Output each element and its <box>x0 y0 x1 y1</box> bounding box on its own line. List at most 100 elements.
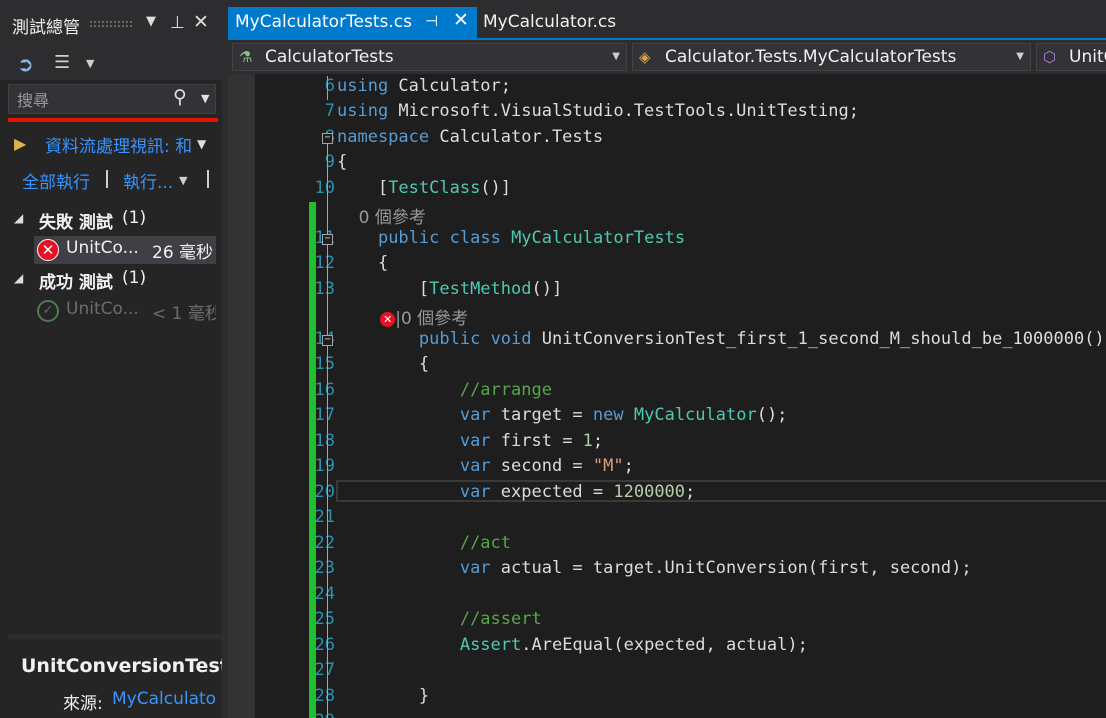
line-number: 9 <box>324 152 335 172</box>
playlist-selector[interactable]: ▶ 資料流處理視訊: 和 ▼ <box>14 132 222 158</box>
tab-mycalculator[interactable]: MyCalculator.cs <box>483 12 616 32</box>
codelens-references[interactable]: ✕ |0 個參考 <box>337 304 468 329</box>
code-line: { <box>337 253 389 273</box>
group-by-icon[interactable]: ☰ <box>54 52 70 73</box>
line-number: 21 <box>314 507 335 527</box>
run-link[interactable]: 執行... <box>123 168 173 193</box>
close-tab-icon[interactable]: ✕ <box>453 9 469 31</box>
failed-tests-group[interactable]: ◢ 失敗 測試 (1) <box>14 208 222 234</box>
test-detail-name: UnitConversionTest <box>21 655 222 677</box>
line-number: 29 <box>255 711 335 718</box>
code-line: using Calculator; <box>337 76 512 96</box>
collapse-icon[interactable]: − <box>322 335 333 346</box>
test-name: UnitCo... <box>66 238 139 258</box>
code-line: var first = 1; <box>459 431 604 451</box>
line-number: 18 <box>314 431 335 451</box>
line-number: 10 <box>314 178 335 198</box>
indicator-margin <box>228 74 255 718</box>
separator <box>207 170 209 188</box>
failure-status-bar <box>8 118 218 122</box>
playlist-label: 資料流處理視訊: 和 <box>45 137 193 157</box>
collapse-triangle-icon[interactable]: ◢ <box>14 271 23 285</box>
collapse-triangle-icon[interactable]: ◢ <box>14 211 23 225</box>
window-menu-dropdown-icon[interactable]: ▼ <box>146 14 156 29</box>
collapse-icon[interactable]: − <box>322 133 333 144</box>
test-project-icon: ⚗ <box>239 48 253 66</box>
line-number: 24 <box>314 584 335 604</box>
pin-icon[interactable]: ⊥ <box>170 13 185 33</box>
source-label: 來源: <box>63 694 103 714</box>
separator <box>106 170 108 188</box>
codelens-text: |0 個參考 <box>395 309 469 329</box>
tab-mycalculatortests[interactable]: MyCalculatorTests.cs ⊣ ✕ <box>228 7 477 38</box>
code-line: public void UnitConversionTest_first_1_s… <box>418 329 1105 349</box>
code-line: //act <box>459 533 512 553</box>
method-icon: ⬡ <box>1043 48 1057 66</box>
test-row-failed[interactable]: ✕ UnitCo... 26 毫秒 <box>34 236 216 264</box>
line-number: 19 <box>314 456 335 476</box>
line-number: 23 <box>314 558 335 578</box>
chevron-down-icon: ▼ <box>1016 51 1024 62</box>
test-detail-pane: UnitConversionTest 來源: MyCalculato <box>8 639 222 718</box>
type-label: Calculator.Tests.MyCalculatorTests <box>665 47 957 67</box>
group-by-dropdown-icon[interactable]: ▼ <box>86 57 94 70</box>
code-line: var second = "M"; <box>459 456 634 476</box>
outline-line <box>327 76 328 100</box>
line-number: 13 <box>314 279 335 299</box>
code-line: //assert <box>459 609 542 629</box>
search-icon[interactable]: ⚲ <box>173 86 187 108</box>
line-number: 25 <box>314 609 335 629</box>
test-explorer-toolbar: ➲ ☰ ▼ <box>0 48 222 80</box>
line-number: 22 <box>314 533 335 553</box>
test-explorer-titlebar: 測試總管 ▼ ⊥ ✕ <box>0 0 222 48</box>
line-number: 26 <box>314 635 335 655</box>
source-link[interactable]: MyCalculato <box>112 689 216 709</box>
search-options-dropdown-icon[interactable]: ▼ <box>201 92 209 105</box>
member-dropdown[interactable]: ⬡ UnitC <box>1036 43 1106 71</box>
project-dropdown[interactable]: ⚗ CalculatorTests ▼ <box>232 43 627 71</box>
test-name: UnitCo... <box>66 299 139 319</box>
run-all-link[interactable]: 全部執行 <box>22 168 90 193</box>
line-number: 12 <box>314 253 335 273</box>
go-to-test-icon[interactable]: ➲ <box>17 52 34 76</box>
close-icon[interactable]: ✕ <box>193 11 209 33</box>
line-number: 20 <box>314 482 335 502</box>
document-tabs: MyCalculatorTests.cs ⊣ ✕ MyCalculator.cs <box>228 0 1106 40</box>
code-line: var target = new MyCalculator(); <box>459 405 788 425</box>
run-dropdown-icon[interactable]: ▼ <box>179 174 187 187</box>
code-line: [TestMethod()] <box>337 279 563 299</box>
playlist-dropdown-icon[interactable]: ▼ <box>197 137 206 151</box>
group-count: (1) <box>122 208 147 228</box>
navigation-bar: ⚗ CalculatorTests ▼ ◈ Calculator.Tests.M… <box>228 40 1106 74</box>
chevron-down-icon: ▼ <box>612 51 620 62</box>
test-row-passed[interactable]: ✓ UnitCo... < 1 毫秒 <box>34 297 216 325</box>
code-line: var expected = 1200000; <box>459 482 696 502</box>
line-number: 17 <box>314 405 335 425</box>
codelens-references[interactable]: 0 個參考 <box>337 203 426 228</box>
code-line: //arrange <box>459 380 552 400</box>
drag-grip[interactable] <box>89 20 133 28</box>
group-label: 成功 測試 <box>39 273 113 293</box>
member-label: UnitC <box>1069 47 1106 67</box>
code-line: { <box>337 152 348 172</box>
code-line: Assert.AreEqual(expected, actual); <box>459 635 808 655</box>
search-input[interactable] <box>15 87 169 113</box>
run-toolbar: 全部執行 執行... ▼ <box>22 168 222 194</box>
code-line: } <box>337 686 430 706</box>
code-line: using Microsoft.VisualStudio.TestTools.U… <box>337 101 859 121</box>
line-number: 28 <box>314 686 335 706</box>
collapse-icon[interactable]: − <box>322 234 333 245</box>
code-editor[interactable]: 6 7 8 9 10 11 12 13 14 15 16 17 18 19 20… <box>228 74 1106 718</box>
line-number: 15 <box>314 354 335 374</box>
code-line: { <box>337 354 430 374</box>
test-failed-icon[interactable]: ✕ <box>380 312 396 327</box>
test-explorer-panel: 測試總管 ▼ ⊥ ✕ ➲ ☰ ▼ ⚲ ▼ ▶ 資料流處理視訊: 和 ▼ 全部執行… <box>0 0 222 718</box>
type-dropdown[interactable]: ◈ Calculator.Tests.MyCalculatorTests ▼ <box>632 43 1031 71</box>
pin-tab-icon[interactable]: ⊣ <box>425 12 438 30</box>
playlist-icon: ▶ <box>14 134 27 153</box>
code-line: [TestClass()] <box>337 178 512 198</box>
outline-line <box>327 144 328 234</box>
change-tracking-margin <box>309 202 316 718</box>
test-duration: < 1 毫秒 <box>152 304 216 324</box>
passed-tests-group[interactable]: ◢ 成功 測試 (1) <box>14 268 222 294</box>
